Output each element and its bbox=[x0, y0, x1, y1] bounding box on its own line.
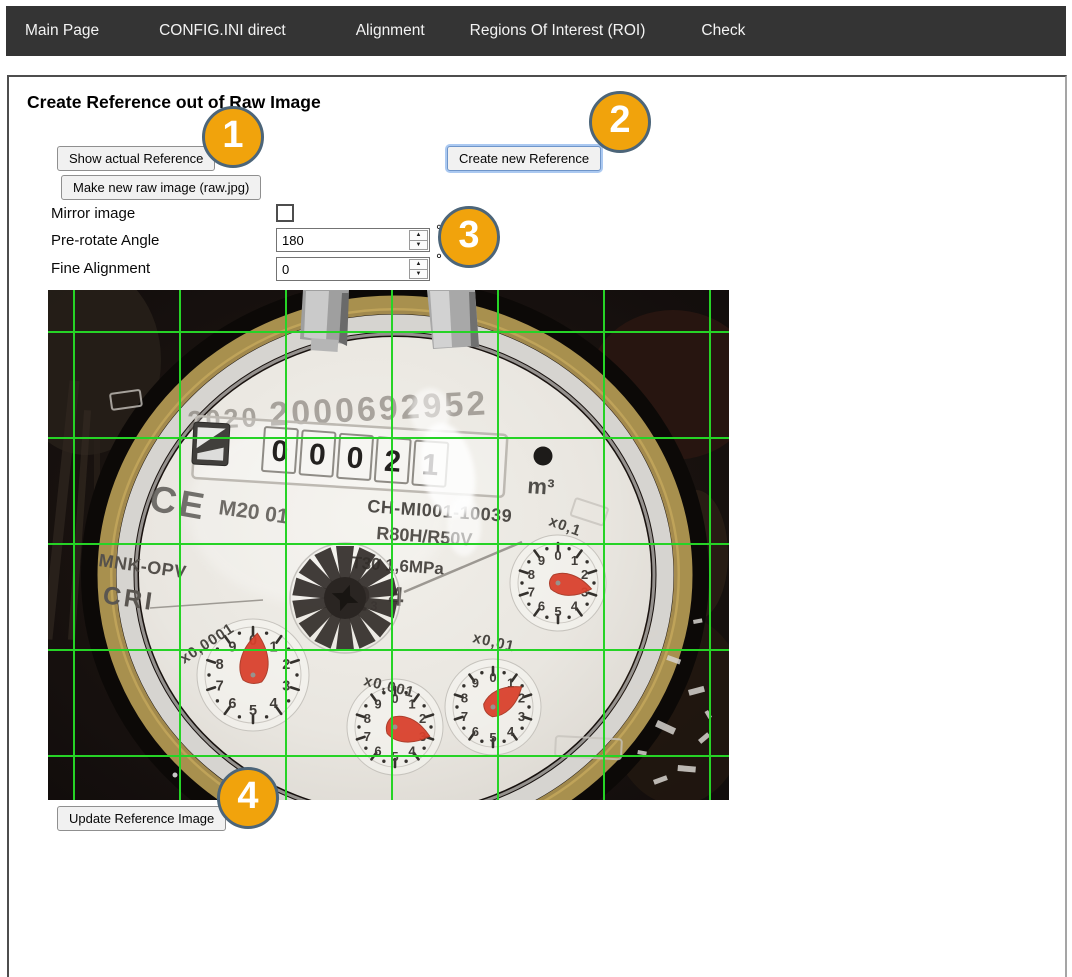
prerotate-angle-label: Pre-rotate Angle bbox=[51, 232, 159, 249]
svg-text:6: 6 bbox=[538, 598, 545, 613]
svg-text:1: 1 bbox=[571, 553, 578, 568]
annotation-circle-1: 1 bbox=[202, 106, 264, 168]
svg-text:7: 7 bbox=[528, 584, 535, 599]
svg-text:7: 7 bbox=[364, 729, 371, 744]
annotation-circle-4: 4 bbox=[217, 767, 279, 829]
nav-item-roi[interactable]: Regions Of Interest (ROI) bbox=[470, 22, 646, 40]
svg-text:9: 9 bbox=[228, 639, 236, 655]
reference-image-water-meter: 20202000692952 00021 m³ CE M20 01 CH-MI0… bbox=[48, 290, 729, 800]
svg-text:7: 7 bbox=[461, 709, 468, 724]
fine-alignment-field: ▲ ▼ bbox=[276, 257, 430, 281]
svg-text:8: 8 bbox=[528, 567, 535, 582]
svg-text:8: 8 bbox=[461, 691, 468, 706]
top-navbar: Main Page CONFIG.INI direct Alignment Re… bbox=[6, 6, 1066, 56]
dust-dot bbox=[173, 773, 178, 778]
show-actual-reference-button[interactable]: Show actual Reference bbox=[57, 146, 215, 171]
svg-text:4: 4 bbox=[270, 696, 278, 712]
prerotate-angle-input[interactable] bbox=[277, 229, 408, 251]
svg-text:7: 7 bbox=[216, 679, 224, 695]
svg-text:3: 3 bbox=[518, 709, 525, 724]
fine-degree-unit: ° bbox=[436, 251, 442, 268]
page-title: Create Reference out of Raw Image bbox=[27, 92, 321, 113]
svg-text:0: 0 bbox=[346, 441, 365, 475]
spinner-down-icon[interactable]: ▼ bbox=[410, 270, 427, 279]
mirror-image-checkbox[interactable] bbox=[276, 204, 294, 222]
svg-text:0: 0 bbox=[308, 438, 327, 472]
odometer-dot bbox=[534, 447, 553, 466]
svg-text:0: 0 bbox=[554, 548, 561, 563]
svg-text:8: 8 bbox=[216, 657, 224, 673]
spinner-up-icon[interactable]: ▲ bbox=[410, 260, 427, 270]
update-reference-image-button[interactable]: Update Reference Image bbox=[57, 806, 226, 831]
nav-item-config-ini[interactable]: CONFIG.INI direct bbox=[159, 22, 286, 40]
metal-clip-right bbox=[427, 290, 479, 349]
svg-text:5: 5 bbox=[554, 604, 561, 619]
svg-text:6: 6 bbox=[472, 724, 479, 739]
unit-label: m³ bbox=[527, 473, 556, 500]
annotation-circle-2: 2 bbox=[589, 91, 651, 153]
svg-text:9: 9 bbox=[472, 676, 479, 691]
svg-text:4: 4 bbox=[571, 598, 579, 613]
fine-spinner[interactable]: ▲ ▼ bbox=[409, 259, 428, 279]
fine-alignment-label: Fine Alignment bbox=[51, 260, 150, 277]
maker-logo bbox=[192, 422, 230, 466]
make-new-raw-image-button[interactable]: Make new raw image (raw.jpg) bbox=[61, 175, 261, 200]
svg-text:4: 4 bbox=[507, 724, 515, 739]
svg-text:5: 5 bbox=[249, 703, 257, 719]
svg-text:0: 0 bbox=[489, 670, 496, 685]
svg-text:2: 2 bbox=[419, 711, 426, 726]
svg-text:6: 6 bbox=[228, 696, 236, 712]
annotation-circle-3: 3 bbox=[438, 206, 500, 268]
prerotate-spinner[interactable]: ▲ ▼ bbox=[409, 230, 428, 250]
svg-text:9: 9 bbox=[538, 553, 545, 568]
spinner-up-icon[interactable]: ▲ bbox=[410, 231, 427, 241]
prerotate-angle-field: ▲ ▼ bbox=[276, 228, 430, 252]
fine-alignment-input[interactable] bbox=[277, 258, 408, 280]
spinner-down-icon[interactable]: ▼ bbox=[410, 241, 427, 250]
nav-item-check[interactable]: Check bbox=[701, 22, 745, 40]
create-new-reference-button[interactable]: Create new Reference bbox=[447, 146, 601, 171]
svg-text:1: 1 bbox=[270, 639, 278, 655]
nav-item-main-page[interactable]: Main Page bbox=[25, 22, 99, 40]
svg-text:5: 5 bbox=[489, 730, 496, 745]
nav-item-alignment[interactable]: Alignment bbox=[356, 22, 425, 40]
svg-text:8: 8 bbox=[364, 711, 371, 726]
mirror-image-label: Mirror image bbox=[51, 205, 135, 222]
svg-text:9: 9 bbox=[374, 696, 381, 711]
